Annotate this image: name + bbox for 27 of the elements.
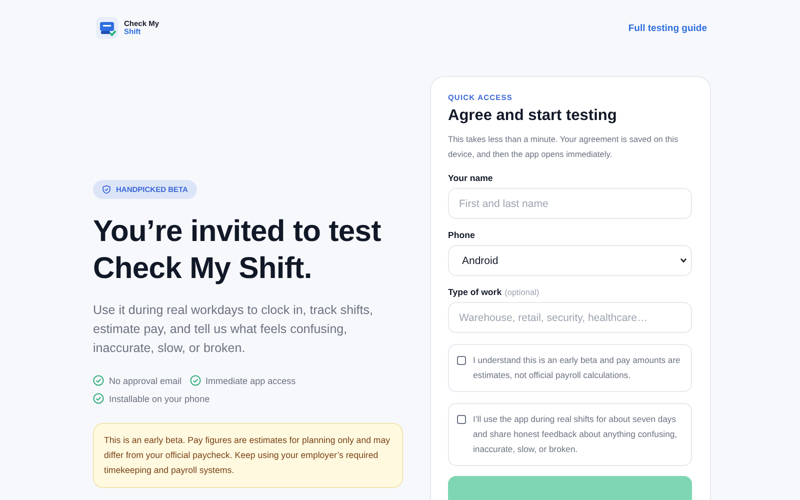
checkbox[interactable] xyxy=(457,356,466,365)
phone-select[interactable]: Android xyxy=(448,245,692,276)
input-field[interactable]: Warehouse, retail, security, healthcare… xyxy=(448,302,692,333)
form-description: This takes less than a minute. Your agreement is saved on this device, and then the app opens immediately. xyxy=(448,133,680,161)
optional-hint: (optional) xyxy=(504,287,540,297)
form-title: Agree and start testing xyxy=(448,107,618,125)
field-label: Your name xyxy=(448,173,493,183)
testing-guide-link[interactable]: Full testing guide xyxy=(628,22,707,34)
check-circle-icon xyxy=(93,375,104,386)
agreement-option[interactable]: I’ll use the app during real shifts for about seven days and share honest feedback about anything confusing, inaccurate, slow, or broken. xyxy=(448,403,692,466)
checkbox[interactable] xyxy=(457,415,466,424)
perk-text: No approval email xyxy=(109,376,182,386)
field-label: Type of work xyxy=(448,287,502,297)
intro-text: Use it during real workdays to clock in, track shifts, estimate pay, and tell us what feels confusing, inaccurate, slow, or broken. xyxy=(93,302,374,357)
perk-text: Immediate app access xyxy=(206,376,296,386)
field-label: Phone xyxy=(448,230,475,240)
input-field[interactable]: First and last name xyxy=(448,188,692,219)
page-heading: Check My Shift. xyxy=(93,251,313,287)
logo-icon xyxy=(96,17,118,39)
check-circle-icon xyxy=(190,375,201,386)
chevron-down-icon xyxy=(680,258,687,263)
agreement-option[interactable]: I understand this is an early beta and pay amounts are estimates, not official payroll calculations. xyxy=(448,344,692,392)
shield-check-icon xyxy=(102,185,111,194)
perk-text: Installable on your phone xyxy=(109,394,210,404)
beta-notice: This is an early beta. Pay figures are estimates for planning only and may differ from your official paycheck. Keep using your employer’s required timekeeping and payroll systems. xyxy=(93,423,403,488)
check-circle-icon xyxy=(93,393,104,404)
page-heading: You’re invited to test xyxy=(93,214,382,250)
